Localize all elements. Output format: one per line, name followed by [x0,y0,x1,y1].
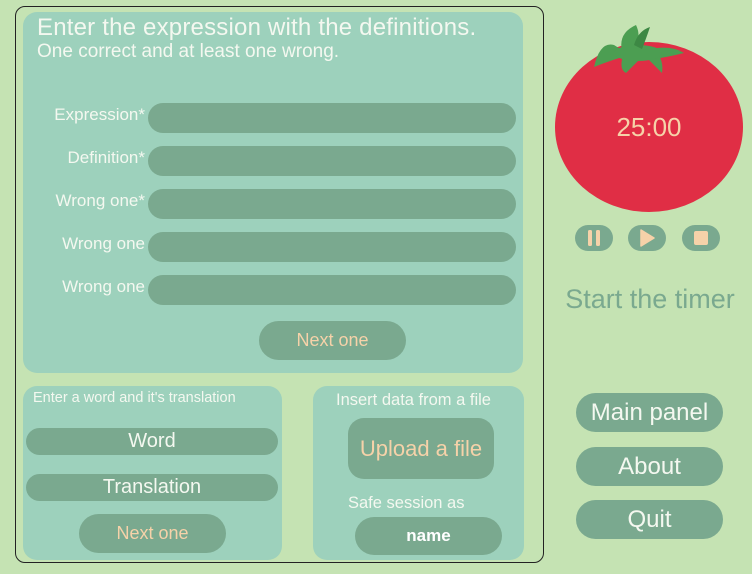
definition-input[interactable] [148,146,516,176]
definition-label: Definition* [67,148,146,167]
word-next-button[interactable]: Next one [79,514,226,553]
play-button[interactable] [628,225,666,251]
play-icon [640,229,655,247]
word-panel-heading: Enter a word and it's translation [33,390,236,406]
wrong-one-label-2: Wrong one [62,234,145,253]
file-panel-heading: Insert data from a file [336,391,491,409]
save-session-label: Safe session as [348,494,465,512]
about-button[interactable]: About [576,447,723,486]
stop-icon [694,231,708,245]
quit-button[interactable]: Quit [576,500,723,539]
main-panel-button[interactable]: Main panel [576,393,723,432]
form-title: Enter the expression with the definition… [37,14,477,41]
upload-file-button[interactable]: Upload a file [348,418,494,479]
wrong-one-required-label: Wrong one* [55,191,145,210]
expression-form-panel: Enter the expression with the definition… [23,12,523,373]
expression-label: Expression* [54,105,145,124]
expression-input[interactable] [148,103,516,133]
stop-button[interactable] [682,225,720,251]
word-panel: Enter a word and it's translation Word T… [23,386,282,560]
file-panel: Insert data from a file Upload a file Sa… [313,386,524,560]
wrong-one-required-input[interactable] [148,189,516,219]
word-input[interactable]: Word [26,428,278,455]
pause-icon [588,230,600,246]
wrong-one-label-3: Wrong one [62,277,145,296]
timer-status-text: Start the timer [565,284,735,314]
wrong-one-input-3[interactable] [148,275,516,305]
pause-button[interactable] [575,225,613,251]
timer-display: 25:00 [616,112,682,142]
translation-input[interactable]: Translation [26,474,278,501]
session-name-input[interactable]: name [355,517,502,555]
form-next-button[interactable]: Next one [259,321,406,360]
wrong-one-input-2[interactable] [148,232,516,262]
form-subtitle: One correct and at least one wrong. [37,41,340,62]
